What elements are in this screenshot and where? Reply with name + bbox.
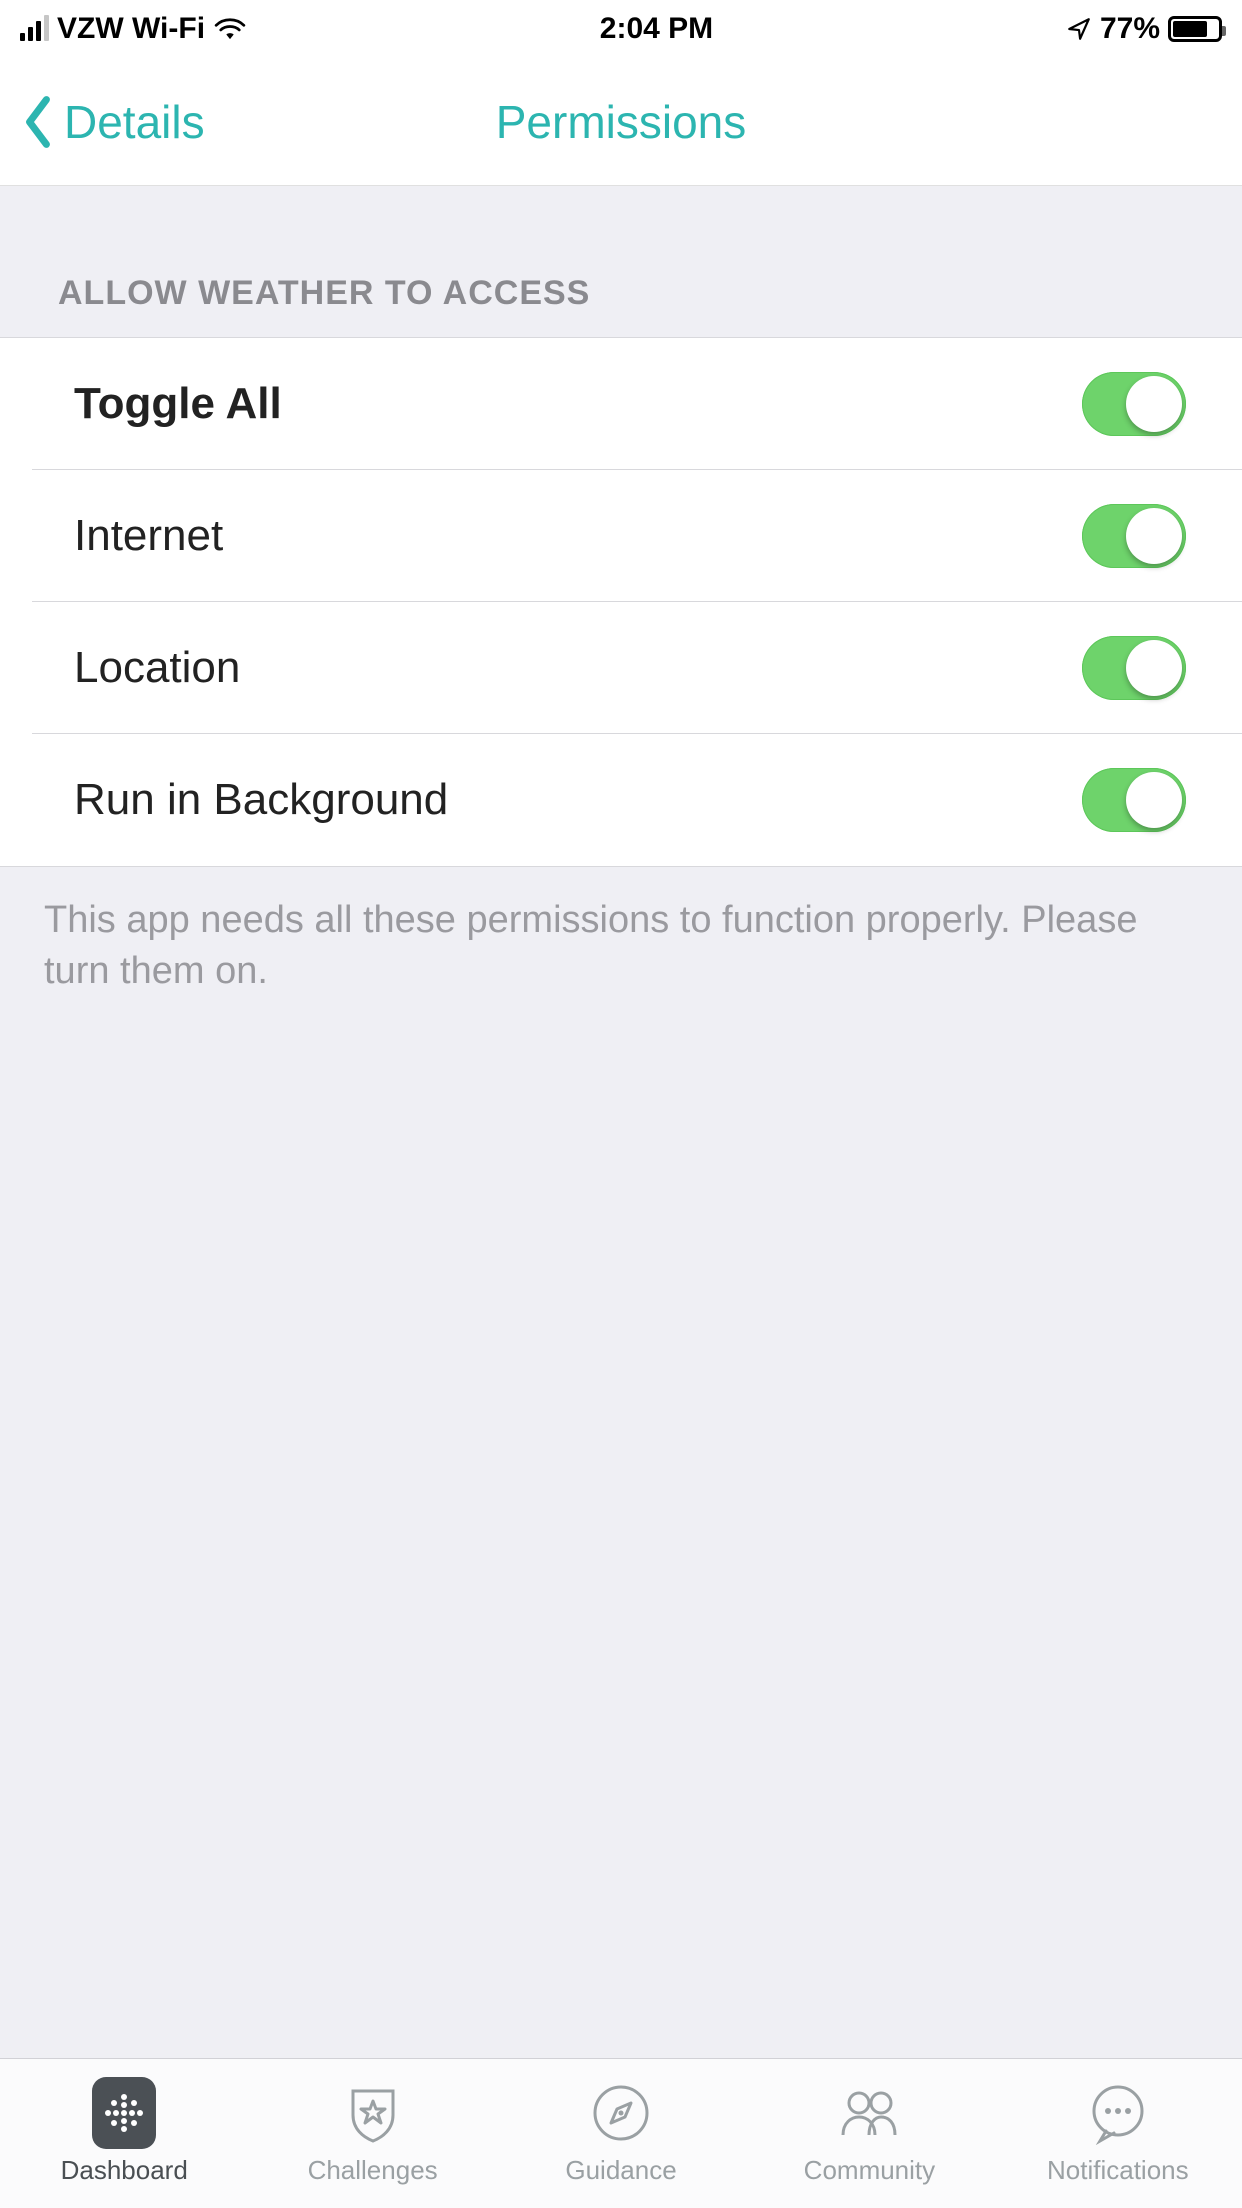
toggle-all-switch[interactable] [1082, 372, 1186, 436]
wifi-icon [213, 17, 247, 41]
shield-star-icon [341, 2081, 405, 2145]
row-label: Internet [74, 511, 223, 561]
row-internet: Internet [0, 470, 1242, 602]
tab-label: Dashboard [61, 2155, 188, 2186]
tab-bar: Dashboard Challenges Guidance [0, 2058, 1242, 2208]
row-label: Run in Background [74, 775, 448, 825]
permissions-list: Toggle All Internet Location Run in Back… [0, 337, 1242, 867]
tab-label: Guidance [565, 2155, 676, 2186]
tab-notifications[interactable]: Notifications [994, 2059, 1242, 2208]
tab-label: Challenges [308, 2155, 438, 2186]
status-left: VZW Wi-Fi [20, 12, 247, 46]
status-right: 77% [1066, 12, 1222, 46]
carrier-label: VZW Wi-Fi [57, 12, 205, 46]
section-header: ALLOW WEATHER TO ACCESS [0, 186, 1242, 337]
battery-percent: 77% [1100, 12, 1160, 46]
toggle-internet-switch[interactable] [1082, 504, 1186, 568]
back-button[interactable]: Details [0, 94, 205, 150]
battery-icon [1168, 16, 1222, 42]
row-location: Location [0, 602, 1242, 734]
page-title: Permissions [496, 95, 747, 149]
speech-dots-icon [1086, 2081, 1150, 2145]
tab-dashboard[interactable]: Dashboard [0, 2059, 248, 2208]
row-label: Location [74, 643, 240, 693]
row-toggle-all: Toggle All [0, 338, 1242, 470]
toggle-background-switch[interactable] [1082, 768, 1186, 832]
tab-community[interactable]: Community [745, 2059, 993, 2208]
dashboard-icon [92, 2081, 156, 2145]
compass-icon [589, 2081, 653, 2145]
toggle-location-switch[interactable] [1082, 636, 1186, 700]
back-label: Details [64, 95, 205, 149]
status-time: 2:04 PM [600, 12, 713, 46]
status-bar: VZW Wi-Fi 2:04 PM 77% [0, 0, 1242, 58]
row-label: Toggle All [74, 379, 282, 429]
chevron-left-icon [20, 94, 56, 150]
content-area: ALLOW WEATHER TO ACCESS Toggle All Inter… [0, 186, 1242, 2058]
row-run-background: Run in Background [0, 734, 1242, 866]
tab-guidance[interactable]: Guidance [497, 2059, 745, 2208]
tab-challenges[interactable]: Challenges [248, 2059, 496, 2208]
location-arrow-icon [1066, 16, 1092, 42]
cellular-signal-icon [20, 17, 49, 41]
tab-label: Community [804, 2155, 935, 2186]
footer-note: This app needs all these permissions to … [0, 867, 1242, 1026]
people-icon [837, 2081, 901, 2145]
nav-bar: Details Permissions [0, 58, 1242, 186]
tab-label: Notifications [1047, 2155, 1189, 2186]
